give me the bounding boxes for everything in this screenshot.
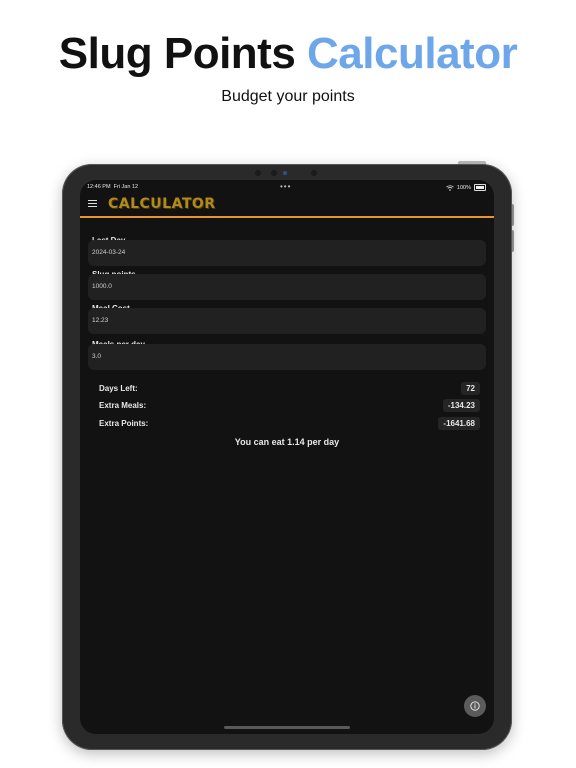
last-day-field[interactable]: 2024-03-24 — [88, 240, 486, 266]
app-bar: CALCULATOR — [80, 194, 494, 218]
meals-per-day-field[interactable]: 3.0 — [88, 344, 486, 370]
headline-part2: Calculator — [307, 29, 518, 78]
days-left-label: Days Left: — [99, 384, 138, 393]
home-indicator[interactable] — [224, 726, 350, 729]
extra-meals-label: Extra Meals: — [99, 401, 147, 410]
days-left-value: 72 — [461, 382, 480, 395]
battery-icon — [474, 184, 486, 191]
slug-points-value: 1000.0 — [92, 283, 112, 290]
extra-points-value: -1641.68 — [438, 417, 480, 430]
sensor-dot — [271, 170, 277, 176]
extra-meals-value: -134.23 — [442, 399, 480, 412]
marketing-subtitle: Budget your points — [221, 88, 355, 105]
multitasking-dots[interactable]: ••• — [280, 182, 291, 191]
last-day-value: 2024-03-24 — [92, 249, 126, 256]
status-date: Fri Jan 12 — [113, 184, 139, 190]
sensor-dot — [311, 170, 317, 176]
meals-per-day-value: 3.0 — [92, 353, 102, 360]
meal-cost-field[interactable]: 12.23 — [88, 308, 486, 334]
wifi-icon — [446, 184, 454, 191]
sensor-dot — [255, 170, 261, 176]
status-bar: 12:46 PM Fri Jan 12 ••• 100% — [80, 180, 494, 194]
app-screen: 12:46 PM Fri Jan 12 ••• 100% CALCULATOR … — [80, 180, 494, 734]
slug-points-field[interactable]: 1000.0 — [88, 274, 486, 300]
info-icon — [470, 701, 480, 711]
meal-cost-value: 12.23 — [92, 317, 109, 324]
headline-part1: Slug Points — [58, 29, 296, 78]
status-time: 12:46 PM Fri Jan 12 — [87, 184, 138, 190]
status-right: 100% — [446, 184, 486, 191]
status-time-value: 12:46 PM — [87, 184, 111, 190]
battery-percent: 100% — [456, 184, 471, 191]
menu-icon[interactable] — [88, 200, 97, 208]
daily-summary: You can eat 1.14 per day — [234, 437, 340, 447]
camera-dot — [283, 171, 287, 175]
info-button[interactable] — [464, 695, 486, 717]
app-title: CALCULATOR — [108, 196, 216, 212]
marketing-headline: Slug Points Calculator — [0, 28, 576, 80]
extra-points-label: Extra Points: — [99, 419, 149, 428]
